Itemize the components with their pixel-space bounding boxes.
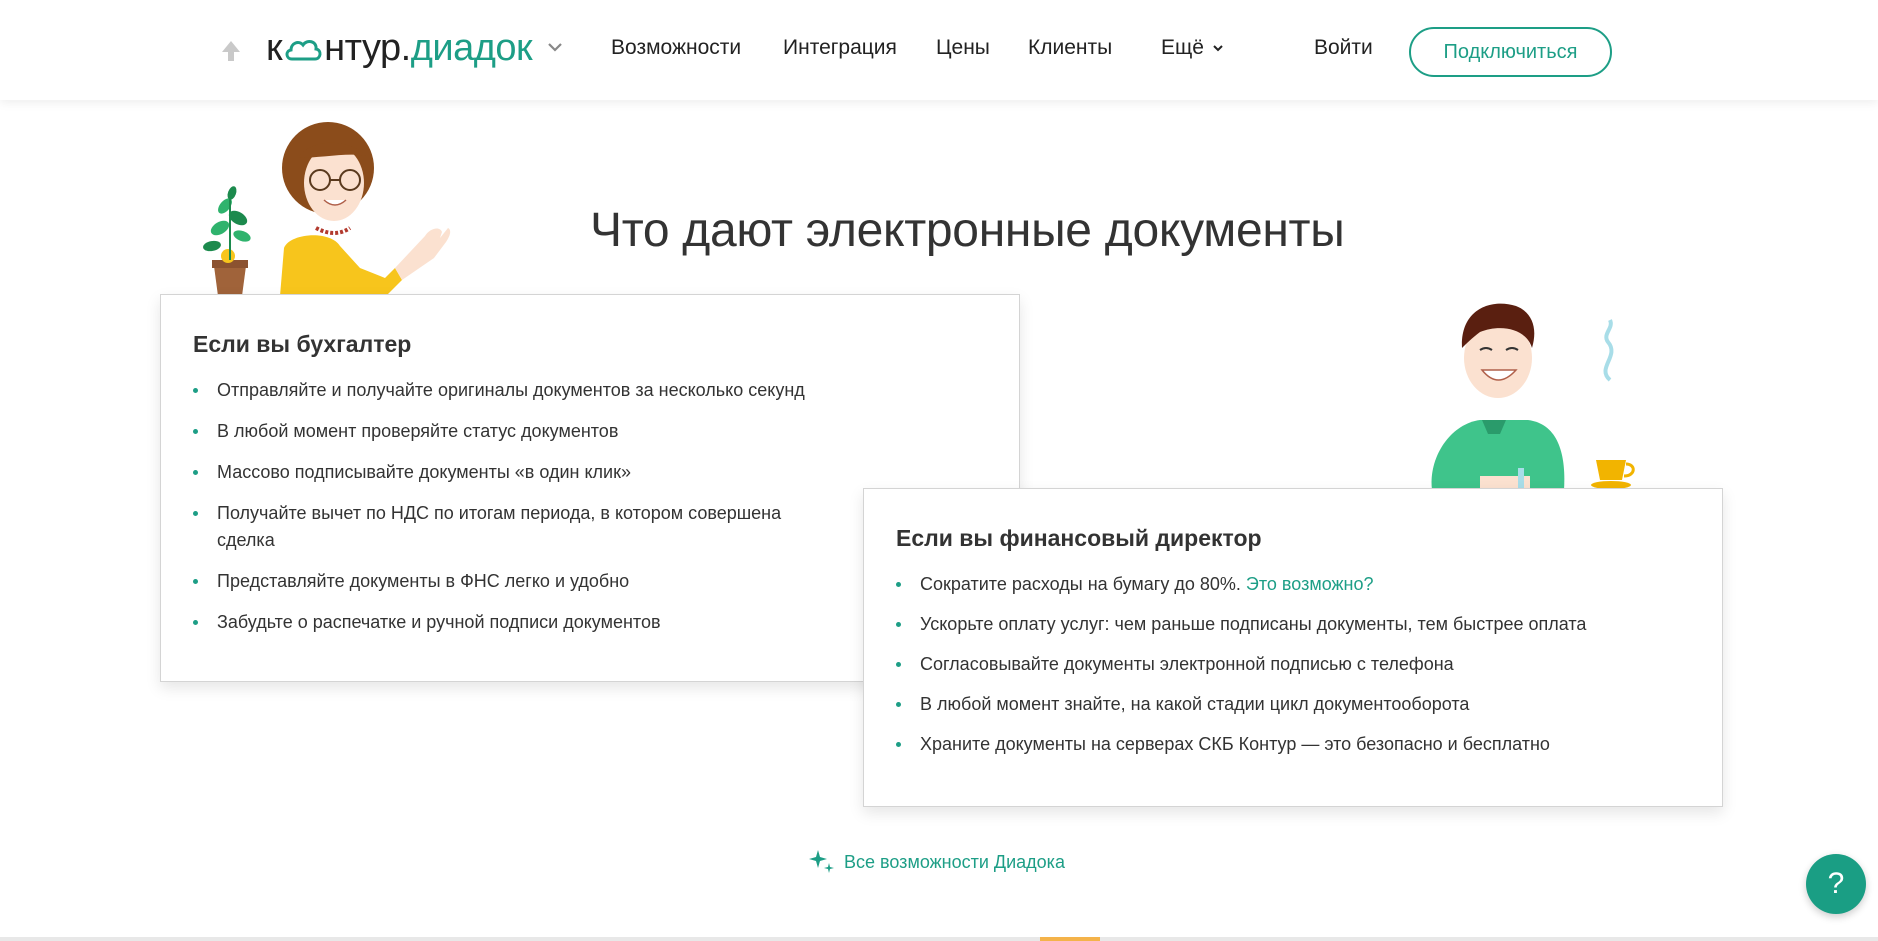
bottom-divider [0,937,1878,941]
director-card: Если вы финансовый директор Сократите ра… [863,488,1723,807]
site-header: к нтур. диадок Возможности Интеграция Це… [0,0,1878,100]
plant-icon [203,186,251,296]
nav-more-label: Ещё [1161,36,1204,59]
all-features-label: Все возможности Диадока [844,851,1065,872]
nav-features[interactable]: Возможности [611,36,741,66]
up-arrow-icon[interactable] [218,38,244,64]
chevron-down-icon[interactable] [546,40,564,54]
list-item: Отправляйте и получайте оригиналы докуме… [193,377,843,404]
bottom-accent [1040,937,1100,941]
list-item: Храните документы на серверах СКБ Контур… [896,731,1686,758]
all-features-link[interactable]: Все возможности Диадока [808,848,1065,876]
list-item: Представляйте документы в ФНС легко и уд… [193,568,843,595]
nav-prices[interactable]: Цены [936,36,990,66]
login-link[interactable]: Войти [1314,36,1373,60]
accountant-illustration [203,122,451,296]
list-item: В любой момент знайте, на какой стадии ц… [896,691,1686,718]
is-it-possible-link[interactable]: Это возможно? [1246,574,1374,594]
list-item: Забудьте о распечатке и ручной подписи д… [193,609,843,636]
director-list: Сократите расходы на бумагу до 80%. Это … [896,571,1686,771]
connect-button[interactable]: Подключиться [1409,27,1612,77]
sparkle-icon [809,850,834,873]
logo[interactable]: к нтур. диадок [266,24,533,72]
nav-more[interactable]: Ещё [1161,36,1224,66]
list-item: Ускорьте оплату услуг: чем раньше подпис… [896,611,1686,638]
director-illustration [1431,303,1635,490]
director-heading: Если вы финансовый директор [896,525,1262,551]
page-title: Что дают электронные документы [590,204,1345,257]
question-icon: ? [1827,867,1845,900]
accountant-list: Отправляйте и получайте оригиналы докуме… [193,377,843,650]
help-button[interactable]: ? [1806,854,1866,914]
cloud-icon [285,40,322,61]
list-item: Массово подписывайте документы «в один к… [193,459,843,486]
nav-clients[interactable]: Клиенты [1028,36,1112,66]
logo-text-part1: к [266,26,283,69]
list-item-text: Сократите расходы на бумагу до 80%. [920,574,1241,594]
list-item: Получайте вычет по НДС по итогам периода… [193,500,843,554]
logo-text-part2: нтур. [324,26,411,69]
list-item: В любой момент проверяйте статус докумен… [193,418,843,445]
coffee-cup-icon [1591,460,1635,489]
chevron-down-icon [1213,45,1223,52]
nav-integration[interactable]: Интеграция [783,36,897,66]
accountant-heading: Если вы бухгалтер [193,331,412,357]
logo-text-accent: диадок [410,26,533,69]
list-item: Согласовывайте документы электронной под… [896,651,1686,678]
list-item: Сократите расходы на бумагу до 80%. Это … [896,571,1686,598]
